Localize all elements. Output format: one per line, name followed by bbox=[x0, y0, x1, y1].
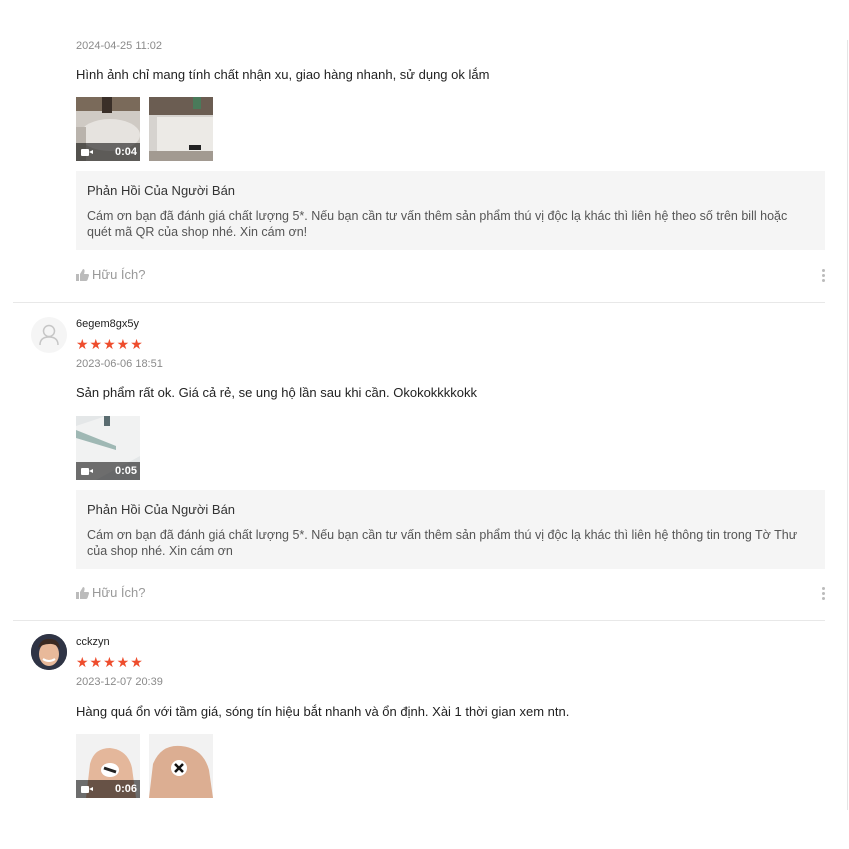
rating-stars: ★★★★★ bbox=[76, 336, 144, 352]
video-camera-icon bbox=[81, 148, 93, 157]
review-video-thumbnail[interactable]: 0:05 bbox=[76, 416, 140, 480]
reviewer-username[interactable]: 6egem8gx5y bbox=[76, 318, 139, 330]
review-image-thumbnail[interactable] bbox=[149, 734, 213, 798]
user-photo bbox=[31, 634, 67, 670]
seller-reply-text: Cám ơn bạn đã đánh giá chất lượng 5*. Nế… bbox=[87, 209, 788, 239]
review-comment: Sản phẩm rất ok. Giá cả rẻ, se ung hộ lầ… bbox=[76, 385, 478, 400]
review-video-thumbnail[interactable]: 0:06 bbox=[76, 734, 140, 798]
seller-reply: Phản Hồi Của Người Bán Cám ơn bạn đã đán… bbox=[76, 171, 825, 250]
video-camera-icon bbox=[81, 467, 93, 476]
review-comment: Hàng quá ổn với tầm giá, sóng tín hiệu b… bbox=[76, 704, 570, 719]
helpful-label: Hữu Ích? bbox=[92, 267, 146, 282]
video-badge: 0:04 bbox=[76, 143, 140, 161]
review-date: 2023-06-06 18:51 bbox=[76, 358, 163, 370]
more-vertical-icon[interactable] bbox=[822, 587, 825, 600]
review-divider bbox=[13, 302, 825, 303]
review-comment: Hình ảnh chỉ mang tính chất nhận xu, gia… bbox=[76, 67, 490, 82]
avatar[interactable] bbox=[31, 634, 67, 670]
more-vertical-icon[interactable] bbox=[822, 269, 825, 282]
video-badge: 0:06 bbox=[76, 780, 140, 798]
scrollbar[interactable] bbox=[847, 40, 848, 810]
thumbs-up-icon bbox=[76, 586, 89, 599]
review-photo bbox=[149, 734, 213, 798]
avatar[interactable] bbox=[31, 317, 67, 353]
default-avatar-icon bbox=[39, 324, 59, 346]
video-duration: 0:06 bbox=[114, 783, 137, 795]
seller-reply-text: Cám ơn bạn đã đánh giá chất lượng 5*. Nế… bbox=[87, 528, 798, 558]
helpful-button[interactable]: Hữu Ích? bbox=[76, 267, 146, 282]
seller-reply: Phản Hồi Của Người Bán Cám ơn bạn đã đán… bbox=[76, 490, 825, 569]
video-duration: 0:05 bbox=[114, 465, 137, 477]
thumbs-up-icon bbox=[76, 268, 89, 281]
seller-reply-title: Phản Hồi Của Người Bán bbox=[87, 183, 236, 198]
video-duration: 0:04 bbox=[114, 146, 137, 158]
seller-reply-title: Phản Hồi Của Người Bán bbox=[87, 502, 236, 517]
review-image-thumbnail[interactable] bbox=[149, 97, 213, 161]
rating-stars: ★★★★★ bbox=[76, 654, 144, 670]
reviewer-username[interactable]: cckzyn bbox=[76, 636, 110, 648]
video-badge: 0:05 bbox=[76, 462, 140, 480]
review-photo bbox=[149, 97, 213, 161]
review-date: 2023-12-07 20:39 bbox=[76, 676, 163, 688]
review-divider bbox=[13, 620, 825, 621]
review-video-thumbnail[interactable]: 0:04 bbox=[76, 97, 140, 161]
helpful-button[interactable]: Hữu Ích? bbox=[76, 585, 146, 600]
video-camera-icon bbox=[81, 785, 93, 794]
helpful-label: Hữu Ích? bbox=[92, 585, 146, 600]
review-date: 2024-04-25 11:02 bbox=[76, 40, 163, 52]
